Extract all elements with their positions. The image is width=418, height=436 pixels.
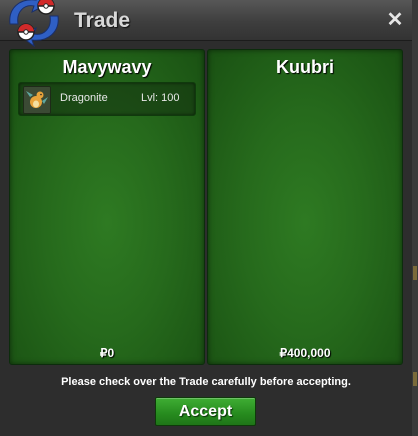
my-offer-panel: Mavywavy Dragonite Lvl: 100 ₽0 [9, 49, 205, 365]
my-trainer-name: Mavywavy [62, 57, 152, 77]
background-edge-mark [413, 266, 417, 280]
partner-trainer-name: Kuubri [276, 57, 334, 77]
trade-window: Trade ✕ Mavywavy Dragonite Lvl: 100 ₽0 K… [0, 0, 413, 436]
partner-offer-panel: Kuubri ₽400,000 [207, 49, 403, 365]
title-bar[interactable]: Trade ✕ [0, 0, 412, 48]
trade-arrows-icon [9, 0, 59, 48]
my-money-offer: ₽0 [99, 346, 115, 360]
pokemon-level: Lvl: 100 [141, 92, 180, 104]
background-edge-mark [413, 372, 417, 386]
partner-money-offer: ₽400,000 [279, 346, 331, 360]
pokemon-name: Dragonite [60, 92, 108, 104]
close-icon[interactable]: ✕ [386, 10, 404, 30]
window-title: Trade [74, 9, 131, 32]
dragonite-icon [23, 86, 51, 114]
offered-pokemon-row[interactable]: Dragonite Lvl: 100 [18, 82, 196, 116]
trade-notice: Please check over the Trade carefully be… [61, 376, 351, 388]
background-edge [412, 0, 418, 436]
accept-button[interactable]: Accept [155, 397, 256, 426]
